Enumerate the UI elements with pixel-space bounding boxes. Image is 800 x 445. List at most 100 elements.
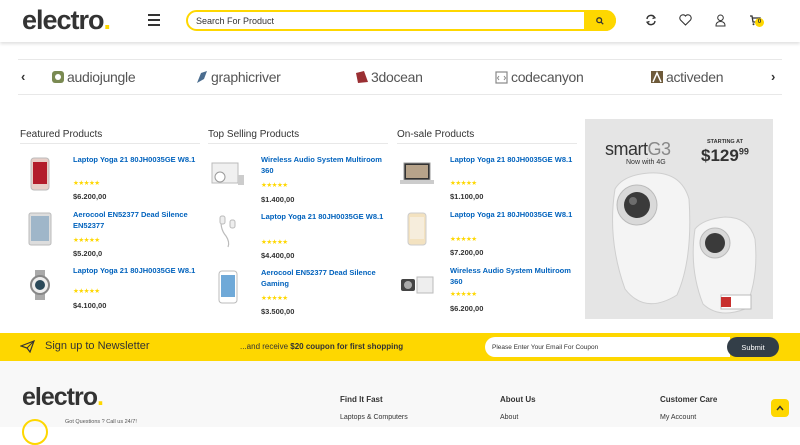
product-thumbnail[interactable] — [397, 265, 437, 305]
codecanyon-icon — [495, 71, 508, 84]
promo-brand: smartG3 — [605, 139, 671, 159]
brand-activeden[interactable]: activeden — [650, 68, 724, 86]
footer-link-about[interactable]: About — [500, 414, 518, 421]
product-card[interactable]: Laptop Yoga 21 80JH0035GE W8.1 ★★★★★ $7.… — [397, 209, 577, 265]
product-title-link[interactable]: Laptop Yoga 21 80JH0035GE W8.1 — [450, 154, 578, 165]
product-thumbnail[interactable] — [20, 154, 60, 194]
newsletter-coupon-text: ...and receive $20 coupon for first shop… — [240, 342, 404, 351]
promo-price: $12999 — [701, 146, 749, 165]
product-title-link[interactable]: Wireless Audio System Multiroom 360 — [261, 154, 389, 176]
brand-label: 3docean — [371, 69, 423, 85]
newsletter-title: Sign up to Newsletter — [45, 340, 150, 352]
product-price: $4.400,00 — [261, 251, 295, 260]
wishlist-heart-icon[interactable] — [678, 13, 692, 27]
rating-stars-icon: ★★★★★ — [450, 236, 477, 243]
product-card[interactable]: Laptop Yoga 21 80JH0035GE W8.1 ★★★★★ $6.… — [20, 154, 200, 210]
site-footer: electro. Got Questions ? Call us 24/7! F… — [0, 361, 800, 445]
search-icon — [596, 16, 604, 25]
product-price: $6.200,00 — [73, 192, 107, 201]
footer-link-laptops[interactable]: Laptops & Computers — [340, 414, 408, 421]
brand-label: audiojungle — [67, 69, 136, 85]
rating-stars-icon: ★★★★★ — [450, 180, 477, 187]
rating-stars-icon: ★★★★★ — [450, 291, 477, 298]
promo-banner[interactable]: smartG3 Now with 4G STARTING AT $12999 — [585, 119, 773, 319]
product-thumbnail[interactable] — [208, 154, 248, 194]
rating-stars-icon: ★★★★★ — [261, 182, 288, 189]
graphicriver-icon — [197, 71, 207, 83]
promo-starting-at: STARTING AT — [707, 139, 743, 145]
site-logo[interactable]: electro. — [22, 5, 111, 36]
product-title-link[interactable]: Laptop Yoga 21 80JH0035GE W8.1 — [450, 209, 578, 220]
brand-label: codecanyon — [511, 69, 584, 85]
promo-tagline: Now with 4G — [626, 159, 666, 166]
rating-stars-icon: ★★★★★ — [261, 239, 288, 246]
section-title-featured[interactable]: Featured Products — [20, 129, 102, 140]
section-divider — [208, 143, 388, 144]
product-price: $5.200,0 — [73, 249, 103, 258]
product-price: $7.200,00 — [450, 248, 484, 257]
product-price: $6.200,00 — [450, 304, 484, 313]
product-card[interactable]: Wireless Audio System Multiroom 360 ★★★★… — [397, 265, 577, 321]
newsletter-submit-button[interactable]: Submit — [727, 337, 779, 357]
product-card[interactable]: Aerocool EN52377 Dead Silence Gaming ★★★… — [208, 267, 388, 323]
brand-label: activeden — [666, 69, 724, 85]
product-card[interactable]: Laptop Yoga 21 80JH0035GE W8.1 ★★★★★ $1.… — [397, 154, 577, 210]
carousel-next-arrow-icon[interactable]: › — [771, 69, 775, 84]
activeden-icon — [651, 71, 663, 83]
scroll-to-top-button[interactable] — [771, 399, 789, 417]
product-title-link[interactable]: Wireless Audio System Multiroom 360 — [450, 265, 578, 287]
section-title-on-sale[interactable]: On-sale Products — [397, 129, 474, 140]
product-price: $4.100,00 — [73, 301, 107, 310]
newsletter-form: Submit — [485, 337, 779, 357]
section-title-top-selling[interactable]: Top Selling Products — [208, 129, 299, 140]
footer-link-my-account[interactable]: My Account — [660, 414, 696, 421]
footer-heading-about-us: About Us — [500, 395, 536, 404]
product-card[interactable]: Aerocool EN52377 Dead Silence EN52377 ★★… — [20, 209, 200, 265]
rating-stars-icon: ★★★★★ — [73, 237, 100, 244]
3docean-icon — [356, 71, 368, 83]
search-button[interactable] — [584, 10, 616, 31]
product-thumbnail[interactable] — [20, 209, 60, 249]
product-thumbnail[interactable] — [208, 211, 248, 251]
headset-icon — [22, 419, 48, 445]
brands-carousel: ‹ audiojungle graphicriver 3docean codec… — [18, 59, 782, 95]
product-title-link[interactable]: Laptop Yoga 21 80JH0035GE W8.1 — [261, 211, 389, 222]
product-thumbnail[interactable] — [397, 209, 437, 249]
site-header: electro. 0 — [0, 0, 800, 42]
brand-codecanyon[interactable]: codecanyon — [495, 68, 584, 86]
footer-heading-find-it-fast: Find It Fast — [340, 395, 383, 404]
brand-graphicriver[interactable]: graphicriver — [195, 68, 281, 86]
compare-icon[interactable] — [644, 13, 658, 27]
rating-stars-icon: ★★★★★ — [73, 288, 100, 295]
cart-icon[interactable]: 0 — [748, 13, 764, 27]
rating-stars-icon: ★★★★★ — [73, 180, 100, 187]
product-card[interactable]: Laptop Yoga 21 80JH0035GE W8.1 ★★★★★ $4.… — [208, 211, 388, 267]
user-account-icon[interactable] — [713, 13, 727, 27]
footer-heading-customer-care: Customer Care — [660, 395, 718, 404]
section-divider — [397, 143, 577, 144]
rating-stars-icon: ★★★★★ — [261, 295, 288, 302]
brand-audiojungle[interactable]: audiojungle — [51, 68, 136, 86]
product-card[interactable]: Wireless Audio System Multiroom 360 ★★★★… — [208, 154, 388, 210]
brand-3docean[interactable]: 3docean — [355, 68, 423, 86]
newsletter-email-input[interactable] — [485, 337, 730, 357]
product-thumbnail[interactable] — [208, 267, 248, 307]
product-thumbnail[interactable] — [397, 154, 437, 194]
product-price: $3.500,00 — [261, 307, 295, 316]
product-title-link[interactable]: Aerocool EN52377 Dead Silence EN52377 — [73, 209, 201, 231]
paper-plane-icon — [20, 340, 35, 353]
newsletter-bar: Sign up to Newsletter ...and receive $20… — [0, 333, 800, 361]
search-input[interactable] — [196, 13, 576, 29]
cart-count-badge: 0 — [755, 18, 764, 27]
product-thumbnail[interactable] — [20, 265, 60, 305]
product-card[interactable]: Laptop Yoga 21 80JH0035GE W8.1 ★★★★★ $4.… — [20, 265, 200, 321]
product-title-link[interactable]: Laptop Yoga 21 80JH0035GE W8.1 — [73, 265, 201, 276]
carousel-prev-arrow-icon[interactable]: ‹ — [21, 69, 25, 84]
product-title-link[interactable]: Laptop Yoga 21 80JH0035GE W8.1 — [73, 154, 201, 165]
footer-logo[interactable]: electro. — [22, 383, 104, 412]
product-price: $1.100,00 — [450, 192, 484, 201]
product-title-link[interactable]: Aerocool EN52377 Dead Silence Gaming — [261, 267, 389, 289]
section-divider — [20, 143, 200, 144]
menu-icon[interactable] — [148, 14, 160, 26]
brand-label: graphicriver — [211, 69, 281, 85]
